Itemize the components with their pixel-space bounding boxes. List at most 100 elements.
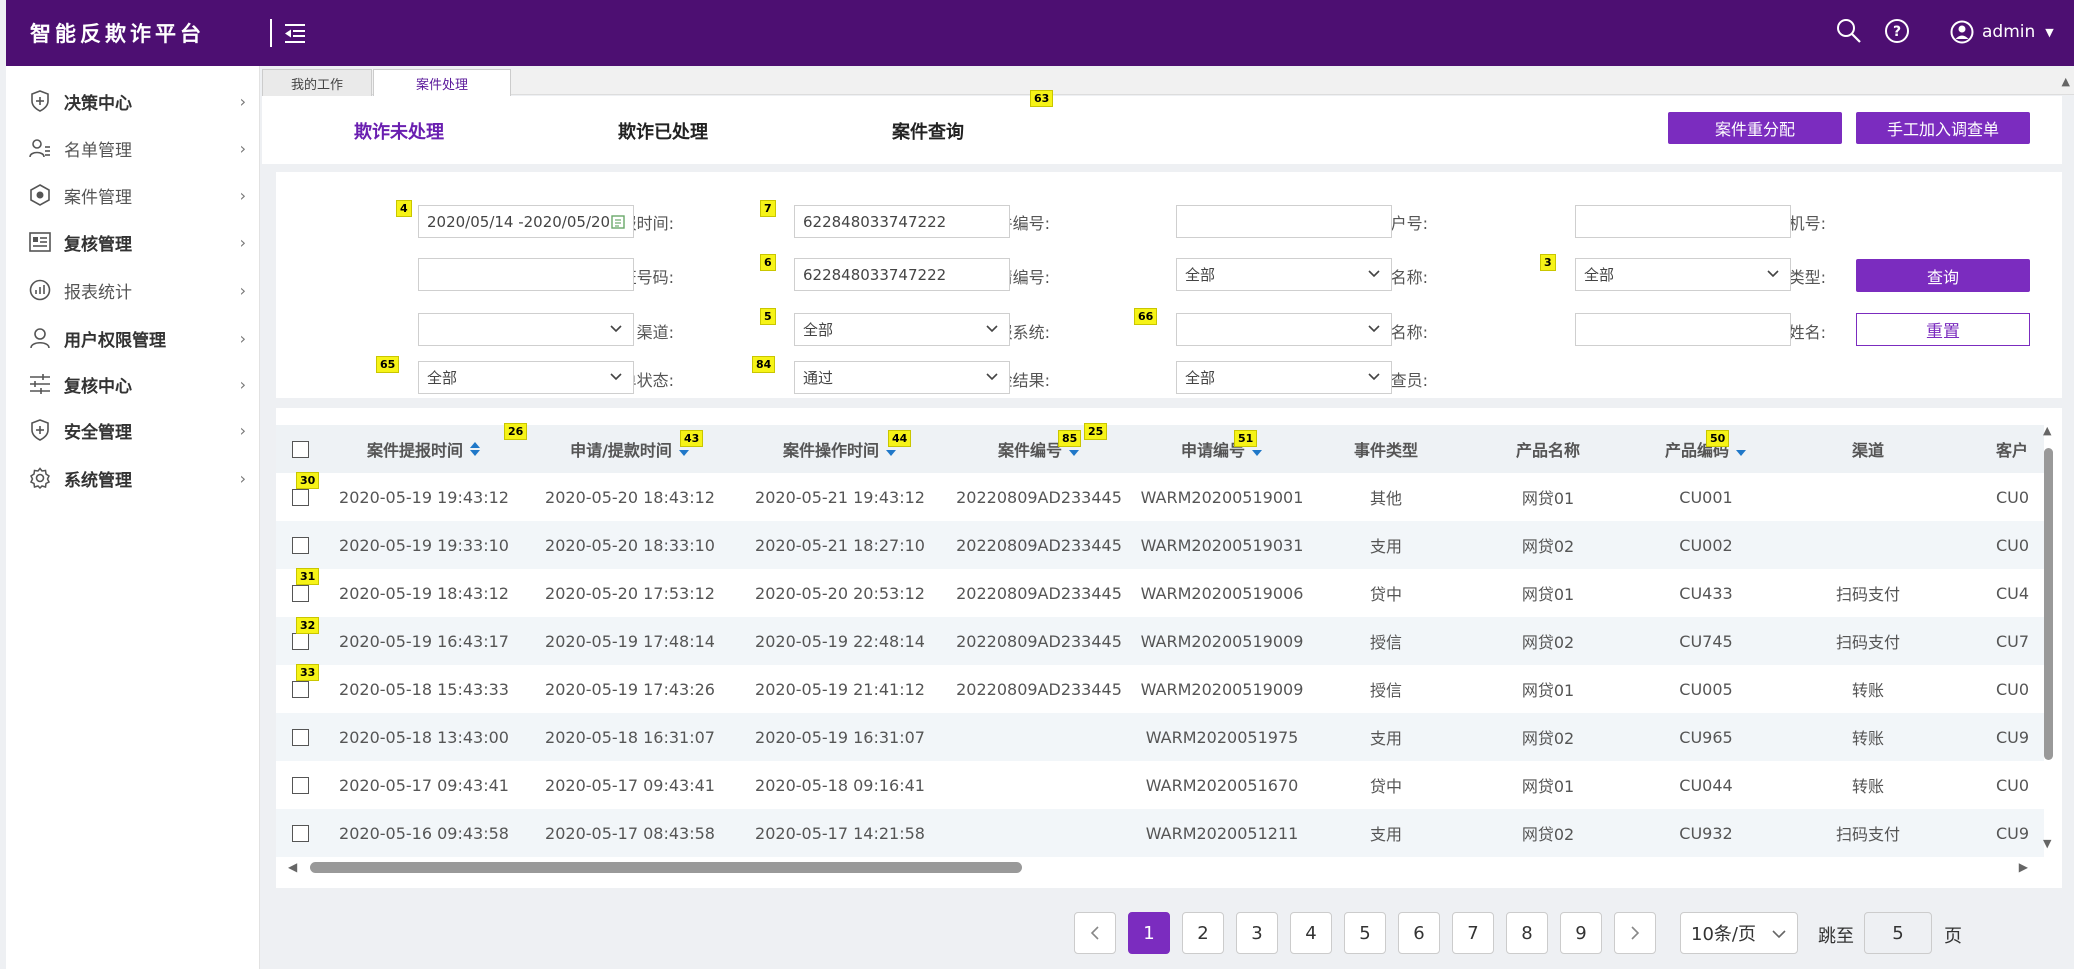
table-row[interactable]: 2020-05-18 15:43:33 2020-05-19 17:43:26 20…	[276, 665, 2044, 713]
chevron-down-icon	[1767, 270, 1779, 278]
tab-fraud-processed[interactable]: 欺诈已处理	[618, 118, 708, 144]
table-cell: 其他	[1369, 489, 1402, 508]
annotation-badge: 5	[760, 308, 776, 325]
sidebar-item-case-management[interactable]: 案件管理 ›	[28, 177, 246, 213]
annotation-badge: 26	[504, 423, 528, 440]
menu-collapse-button[interactable]	[270, 19, 305, 47]
row-checkbox-cell[interactable]	[276, 809, 324, 857]
row-checkbox[interactable]	[291, 776, 309, 794]
search-icon[interactable]	[1836, 18, 1864, 46]
page-8-button[interactable]: 8	[1506, 912, 1548, 954]
vertical-scrollbar[interactable]: ▲ ▼	[2040, 424, 2056, 850]
reassign-case-button[interactable]: 案件重分配	[1668, 112, 1842, 144]
reset-button[interactable]: 重置	[1856, 313, 2030, 346]
select-all-checkbox-cell[interactable]	[276, 425, 324, 473]
table-cell: 2020-05-19 16:43:17	[339, 631, 509, 651]
investigator-select[interactable]: 全部	[1176, 361, 1392, 394]
table-cell: CU044	[1679, 775, 1733, 795]
customer-name-input[interactable]	[1575, 313, 1791, 346]
id-no-input[interactable]	[418, 258, 634, 291]
scroll-left-icon[interactable]: ◀	[288, 860, 297, 874]
chevron-left-icon	[1090, 926, 1099, 940]
sidebar-item-list-management[interactable]: 名单管理 ›	[28, 130, 246, 166]
event-type-select[interactable]: 全部	[1575, 258, 1791, 291]
add-manual-investigation-button[interactable]: 手工加入调查单	[1856, 112, 2030, 144]
page-7-button[interactable]: 7	[1452, 912, 1494, 954]
sidebar-item-user-permissions[interactable]: 用户权限管理 ›	[28, 320, 246, 356]
prev-page-button[interactable]	[1074, 912, 1116, 954]
row-checkbox-cell[interactable]	[276, 761, 324, 809]
row-checkbox[interactable]	[291, 632, 309, 650]
table-cell: 20220809AD233445	[956, 631, 1122, 651]
qc-result-select[interactable]: 通过	[794, 361, 1010, 394]
col-apply-time[interactable]: 申请/提款时间	[524, 425, 736, 473]
help-icon[interactable]: ?	[1884, 18, 1912, 46]
row-checkbox[interactable]	[291, 824, 309, 842]
sidebar-item-review-center[interactable]: 复核中心 ›	[28, 366, 246, 402]
scrollbar-thumb[interactable]	[2044, 448, 2053, 760]
report-system-select[interactable]: 全部	[794, 313, 1010, 346]
customer-no-input[interactable]	[1176, 205, 1392, 238]
sidebar-item-security[interactable]: 安全管理 ›	[28, 412, 246, 448]
scroll-up-icon[interactable]: ▲	[2062, 75, 2070, 88]
tab-case-processing[interactable]: 案件处理	[373, 69, 511, 96]
tab-case-query[interactable]: 案件查询	[892, 118, 964, 144]
next-page-button[interactable]	[1614, 912, 1656, 954]
sort-icon[interactable]	[469, 441, 481, 457]
tab-fraud-unprocessed[interactable]: 欺诈未处理	[354, 118, 444, 144]
table-cell: CU4	[1996, 583, 2030, 603]
table-row[interactable]: 2020-05-19 19:43:12 2020-05-20 18:43:12 20…	[276, 473, 2044, 521]
page-2-button[interactable]: 2	[1182, 912, 1224, 954]
table-row[interactable]: 2020-05-16 09:43:58 2020-05-17 08:43:58 20…	[276, 809, 2044, 857]
jump-label: 跳至	[1818, 926, 1854, 947]
table-row[interactable]: 2020-05-19 19:33:10 2020-05-20 18:33:10 20…	[276, 521, 2044, 569]
sidebar-item-system[interactable]: 系统管理 ›	[28, 460, 246, 496]
table-row[interactable]: 2020-05-18 13:43:00 2020-05-18 16:31:07 20…	[276, 713, 2044, 761]
user-menu[interactable]: admin ▼	[1950, 18, 2054, 46]
phone-input[interactable]	[1575, 205, 1791, 238]
trigger-rule-select[interactable]	[1176, 313, 1392, 346]
row-checkbox[interactable]	[291, 584, 309, 602]
col-operation-time[interactable]: 案件操作时间	[736, 425, 944, 473]
page-1-button[interactable]: 1	[1128, 912, 1170, 954]
table-row[interactable]: 2020-05-19 16:43:17 2020-05-19 17:48:14 20…	[276, 617, 2044, 665]
page-5-button[interactable]: 5	[1344, 912, 1386, 954]
sidebar-item-decision-center[interactable]: 决策中心 ›	[28, 83, 246, 119]
annotation-badge: 51	[1234, 430, 1258, 447]
row-checkbox[interactable]	[291, 680, 309, 698]
product-name-select[interactable]: 全部	[1176, 258, 1392, 291]
page-9-button[interactable]: 9	[1560, 912, 1602, 954]
row-checkbox[interactable]	[291, 488, 309, 506]
row-checkbox-cell[interactable]	[276, 521, 324, 569]
channel-select[interactable]	[418, 313, 634, 346]
sort-icon[interactable]	[1735, 441, 1747, 457]
select-all-checkbox[interactable]	[291, 440, 309, 458]
page-4-button[interactable]: 4	[1290, 912, 1332, 954]
page-3-button[interactable]: 3	[1236, 912, 1278, 954]
page-size-select[interactable]: 10条/页	[1680, 912, 1798, 954]
row-checkbox[interactable]	[291, 728, 309, 746]
report-time-range-input[interactable]: 2020/05/14 -2020/05/20	[418, 205, 634, 238]
scroll-up-icon[interactable]: ▲	[2043, 424, 2051, 437]
jump-page-input[interactable]: 5	[1864, 912, 1932, 954]
col-apply-no[interactable]: 申请编号	[1134, 425, 1310, 473]
chevron-down-icon	[1368, 270, 1380, 278]
query-button[interactable]: 查询	[1856, 259, 2030, 292]
ticket-status-select[interactable]: 全部	[418, 361, 634, 394]
apply-no-input[interactable]: 622848033747222	[794, 258, 1010, 291]
sidebar-item-review-management[interactable]: 复核管理 ›	[28, 224, 246, 260]
row-checkbox-cell[interactable]	[276, 713, 324, 761]
tab-my-work[interactable]: 我的工作	[262, 69, 372, 96]
case-no-input[interactable]: 622848033747222	[794, 205, 1010, 238]
table-row[interactable]: 2020-05-17 09:43:41 2020-05-17 09:43:41 20…	[276, 761, 2044, 809]
row-checkbox[interactable]	[291, 536, 309, 554]
table-row[interactable]: 2020-05-19 18:43:12 2020-05-20 17:53:12 20…	[276, 569, 2044, 617]
table-cell: 2020-05-19 16:31:07	[755, 727, 925, 747]
sidebar-item-reports[interactable]: 报表统计 ›	[28, 272, 246, 308]
page-6-button[interactable]: 6	[1398, 912, 1440, 954]
horizontal-scrollbar[interactable]: ◀ ▶	[288, 860, 2028, 874]
scroll-right-icon[interactable]: ▶	[2019, 860, 2028, 874]
col-report-time[interactable]: 案件提报时间	[324, 425, 524, 473]
scroll-down-icon[interactable]: ▼	[2043, 837, 2051, 850]
scrollbar-thumb[interactable]	[310, 862, 1022, 873]
